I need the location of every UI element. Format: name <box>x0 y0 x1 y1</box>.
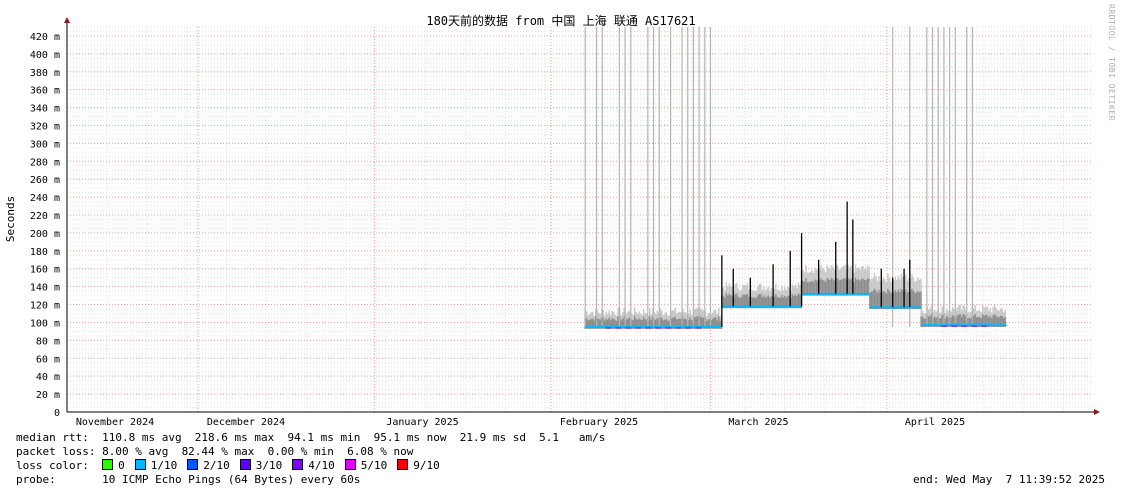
x-tick-label: November 2024 <box>76 417 154 428</box>
loss-color-swatch <box>397 459 409 470</box>
loss-color-item: 2/10 <box>187 459 230 472</box>
y-tick-label: 120 m <box>30 301 60 312</box>
loss-color-item: 9/10 <box>397 459 440 472</box>
y-tick-label: 140 m <box>30 283 60 294</box>
y-tick-label: 40 m <box>36 372 60 383</box>
loss-color-swatch <box>344 459 356 470</box>
x-tick-label: February 2025 <box>560 417 638 428</box>
x-tick-label: December 2024 <box>207 417 285 428</box>
loss-color-value: 1/10 <box>150 459 178 472</box>
y-tick-label: 100 m <box>30 318 60 329</box>
y-tick-label: 20 m <box>36 390 60 401</box>
loss-color-label: loss color: <box>16 459 89 472</box>
loss-color-value: 0 <box>118 459 125 472</box>
loss-color-item: 1/10 <box>134 459 178 472</box>
loss-color-legend: loss color: 0 1/10 2/10 3/10 4/10 5/10 9/10 <box>16 459 450 473</box>
y-tick-label: 220 m <box>30 211 60 222</box>
packet-loss-stats: packet loss: 8.00 % avg 82.44 % max 0.00… <box>16 445 414 458</box>
y-tick-label: 340 m <box>30 104 60 115</box>
loss-color-swatch <box>134 459 146 470</box>
x-tick-label: January 2025 <box>386 417 458 428</box>
y-tick-label: 60 m <box>36 354 60 365</box>
loss-color-item: 5/10 <box>344 459 388 472</box>
chart-title: 180天前的数据 from 中国 上海 联通 AS17621 <box>426 13 695 28</box>
y-axis-arrow <box>64 17 70 23</box>
probe-info: probe: 10 ICMP Echo Pings (64 Bytes) eve… <box>16 473 361 486</box>
end-timestamp: end: Wed May 7 11:39:52 2025 <box>912 473 1105 486</box>
y-tick-label: 240 m <box>30 193 60 204</box>
loss-color-swatch <box>102 459 114 470</box>
y-tick-labels: 0 20 m 40 m 60 m 80 m 100 m 120 m 140 m 160 m 180… <box>30 32 60 419</box>
y-tick-label: 300 m <box>30 139 60 150</box>
loss-color-value: 5/10 <box>360 459 388 472</box>
watermark: RRDTOOL / TOBI OETIKER <box>1107 4 1116 121</box>
loss-color-item: 3/10 <box>239 459 283 472</box>
loss-color-swatch <box>292 459 304 470</box>
y-tick-label: 360 m <box>30 86 60 97</box>
x-tick-label: April 2025 <box>905 417 965 428</box>
x-axis-arrow <box>1094 409 1100 415</box>
y-tick-label: 260 m <box>30 175 60 186</box>
loss-color-value: 2/10 <box>203 459 230 472</box>
x-tick-label: March 2025 <box>728 417 788 428</box>
y-axis-label: Seconds <box>4 196 17 242</box>
y-tick-label: 320 m <box>30 121 60 132</box>
y-tick-label: 160 m <box>30 265 60 276</box>
y-tick-label: 400 m <box>30 50 60 61</box>
loss-color-item: 4/10 <box>292 459 335 472</box>
x-tick-labels: November 2024 December 2024 January 2025 Fe… <box>76 417 965 428</box>
loss-color-value: 3/10 <box>255 459 283 472</box>
loss-color-value: 9/10 <box>413 459 440 472</box>
y-tick-label: 200 m <box>30 229 60 240</box>
axes <box>64 17 1100 415</box>
y-tick-label: 180 m <box>30 247 60 258</box>
y-tick-label: 0 <box>54 408 60 419</box>
loss-color-swatch <box>239 459 251 470</box>
y-tick-label: 420 m <box>30 32 60 43</box>
y-tick-label: 80 m <box>36 336 60 347</box>
loss-color-swatch <box>187 459 199 470</box>
latency-chart: 180天前的数据 from 中国 上海 联通 AS17621 Seconds 0… <box>4 13 1100 428</box>
loss-color-value: 4/10 <box>308 459 335 472</box>
loss-color-item: 0 <box>102 459 125 472</box>
median-rtt-stats: median rtt: 110.8 ms avg 218.6 ms max 94… <box>16 431 606 444</box>
y-tick-label: 280 m <box>30 157 60 168</box>
y-tick-label: 380 m <box>30 68 60 79</box>
